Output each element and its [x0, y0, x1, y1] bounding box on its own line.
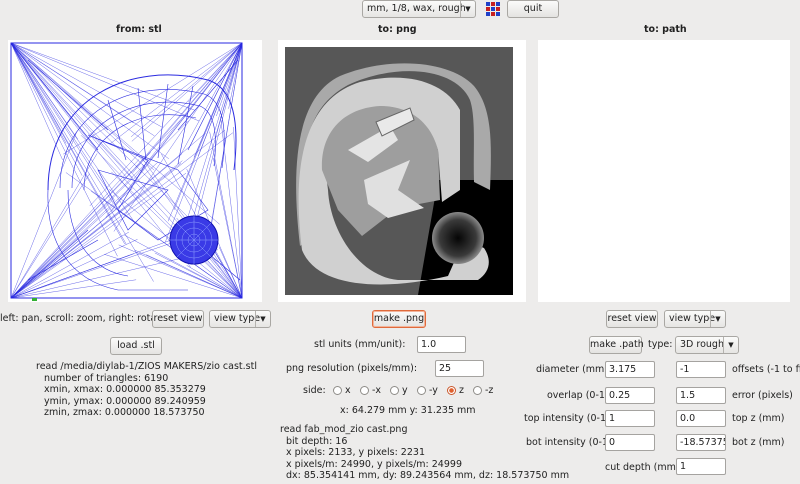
- mode-select[interactable]: mm, 1/8, wax, rough ▼: [362, 0, 476, 18]
- top-intensity-input[interactable]: 1: [605, 410, 655, 427]
- png-info-line: dx: 85.354141 mm, dy: 89.243564 mm, dz: …: [286, 470, 570, 481]
- side-radio-neg-z[interactable]: [473, 386, 482, 395]
- make-png-button[interactable]: make .png: [372, 310, 426, 328]
- png-resolution-label: png resolution (pixels/mm):: [286, 363, 418, 374]
- side-option-label: x: [345, 385, 351, 396]
- bot-intensity-label: bot intensity (0-1): [526, 437, 612, 448]
- png-info-line: x pixels: 2133, y pixels: 2231: [286, 447, 425, 458]
- offsets-input[interactable]: -1: [676, 361, 726, 378]
- stl-info-line: ymin, ymax: 0.000000 89.240959: [44, 395, 206, 407]
- top-z-label: top z (mm): [732, 413, 785, 424]
- stl-info-line: zmin, zmax: 0.000000 18.573750: [44, 407, 205, 418]
- cut-depth-input[interactable]: 1: [676, 458, 726, 475]
- stl-units-input[interactable]: 1.0: [417, 336, 466, 353]
- mode-select-value: mm, 1/8, wax, rough: [367, 3, 466, 14]
- png-heightmap: [285, 47, 513, 295]
- bot-z-label: bot z (mm): [732, 437, 785, 448]
- stl-mesh: [10, 42, 243, 301]
- stl-info-line: number of triangles: 6190: [44, 372, 169, 384]
- png-header: to: png: [378, 24, 417, 35]
- side-radio-z[interactable]: [447, 386, 456, 395]
- make-path-button[interactable]: make .path: [589, 336, 644, 354]
- error-label: error (pixels): [732, 390, 793, 401]
- chevron-down-icon: ▼: [710, 311, 725, 327]
- side-option-label: z: [459, 385, 464, 396]
- top-intensity-label: top intensity (0-1): [524, 413, 610, 424]
- path-type-label: type:: [648, 339, 673, 350]
- path-type-value: 3D rough: [680, 339, 724, 350]
- path-type-select[interactable]: 3D rough ▼: [675, 336, 739, 354]
- load-stl-button[interactable]: load .stl: [110, 337, 162, 355]
- path-viewport[interactable]: [538, 40, 790, 302]
- png-size-readout: x: 64.279 mm y: 31.235 mm: [340, 405, 476, 416]
- path-header: to: path: [644, 24, 687, 35]
- diameter-label: diameter (mm): [536, 364, 609, 375]
- side-label: side:: [303, 385, 326, 396]
- top-z-input[interactable]: 0.0: [676, 410, 726, 427]
- side-option-label: y: [402, 385, 408, 396]
- png-info-line: bit depth: 16: [286, 435, 348, 447]
- side-option-label: -z: [485, 385, 494, 396]
- stl-view-type-label: view type: [214, 313, 261, 324]
- path-reset-view-button[interactable]: reset view: [606, 310, 658, 328]
- side-option-label: -x: [372, 385, 382, 396]
- png-info-line: x pixels/m: 24990, y pixels/m: 24999: [286, 458, 462, 470]
- stl-info-line: read /media/diylab-1/ZIOS MAKERS/zio cas…: [36, 361, 257, 372]
- png-resolution-input[interactable]: 25: [435, 360, 484, 377]
- side-radio-x[interactable]: [333, 386, 342, 395]
- stl-units-label: stl units (mm/unit):: [314, 339, 406, 350]
- stl-reset-view-button[interactable]: reset view: [152, 310, 204, 328]
- side-radio-y[interactable]: [390, 386, 399, 395]
- overlap-input[interactable]: 0.25: [605, 387, 655, 404]
- chevron-down-icon: ▼: [723, 337, 738, 353]
- bot-intensity-input[interactable]: 0: [605, 434, 655, 451]
- chevron-down-icon: ▼: [255, 311, 270, 327]
- cut-depth-label: cut depth (mm): [605, 462, 680, 473]
- side-radio-neg-y[interactable]: [417, 386, 426, 395]
- stl-hint: left: pan, scroll: zoom, right: rotate: [0, 313, 166, 324]
- stl-viewport[interactable]: [8, 40, 262, 302]
- stl-header: from: stl: [116, 24, 162, 35]
- chevron-down-icon: ▼: [460, 1, 475, 17]
- overlap-label: overlap (0-1): [547, 390, 609, 401]
- stl-info-line: xmin, xmax: 0.000000 85.353279: [44, 384, 206, 395]
- offsets-label: offsets (-1 to fill): [732, 364, 800, 375]
- error-input[interactable]: 1.5: [676, 387, 726, 404]
- quit-button[interactable]: quit: [507, 0, 559, 18]
- side-option-label: -y: [429, 385, 438, 396]
- png-info-line: read fab_mod_zio cast.png: [280, 424, 408, 435]
- bot-z-input[interactable]: -18.57375: [676, 434, 726, 451]
- diameter-input[interactable]: 3.175: [605, 361, 655, 378]
- grid-icon[interactable]: [485, 1, 501, 17]
- side-radio-neg-x[interactable]: [360, 386, 369, 395]
- path-view-type-label: view type: [669, 313, 716, 324]
- stl-view-type-select[interactable]: view type ▼: [209, 310, 271, 328]
- path-view-type-select[interactable]: view type ▼: [664, 310, 726, 328]
- png-viewport[interactable]: [278, 40, 526, 302]
